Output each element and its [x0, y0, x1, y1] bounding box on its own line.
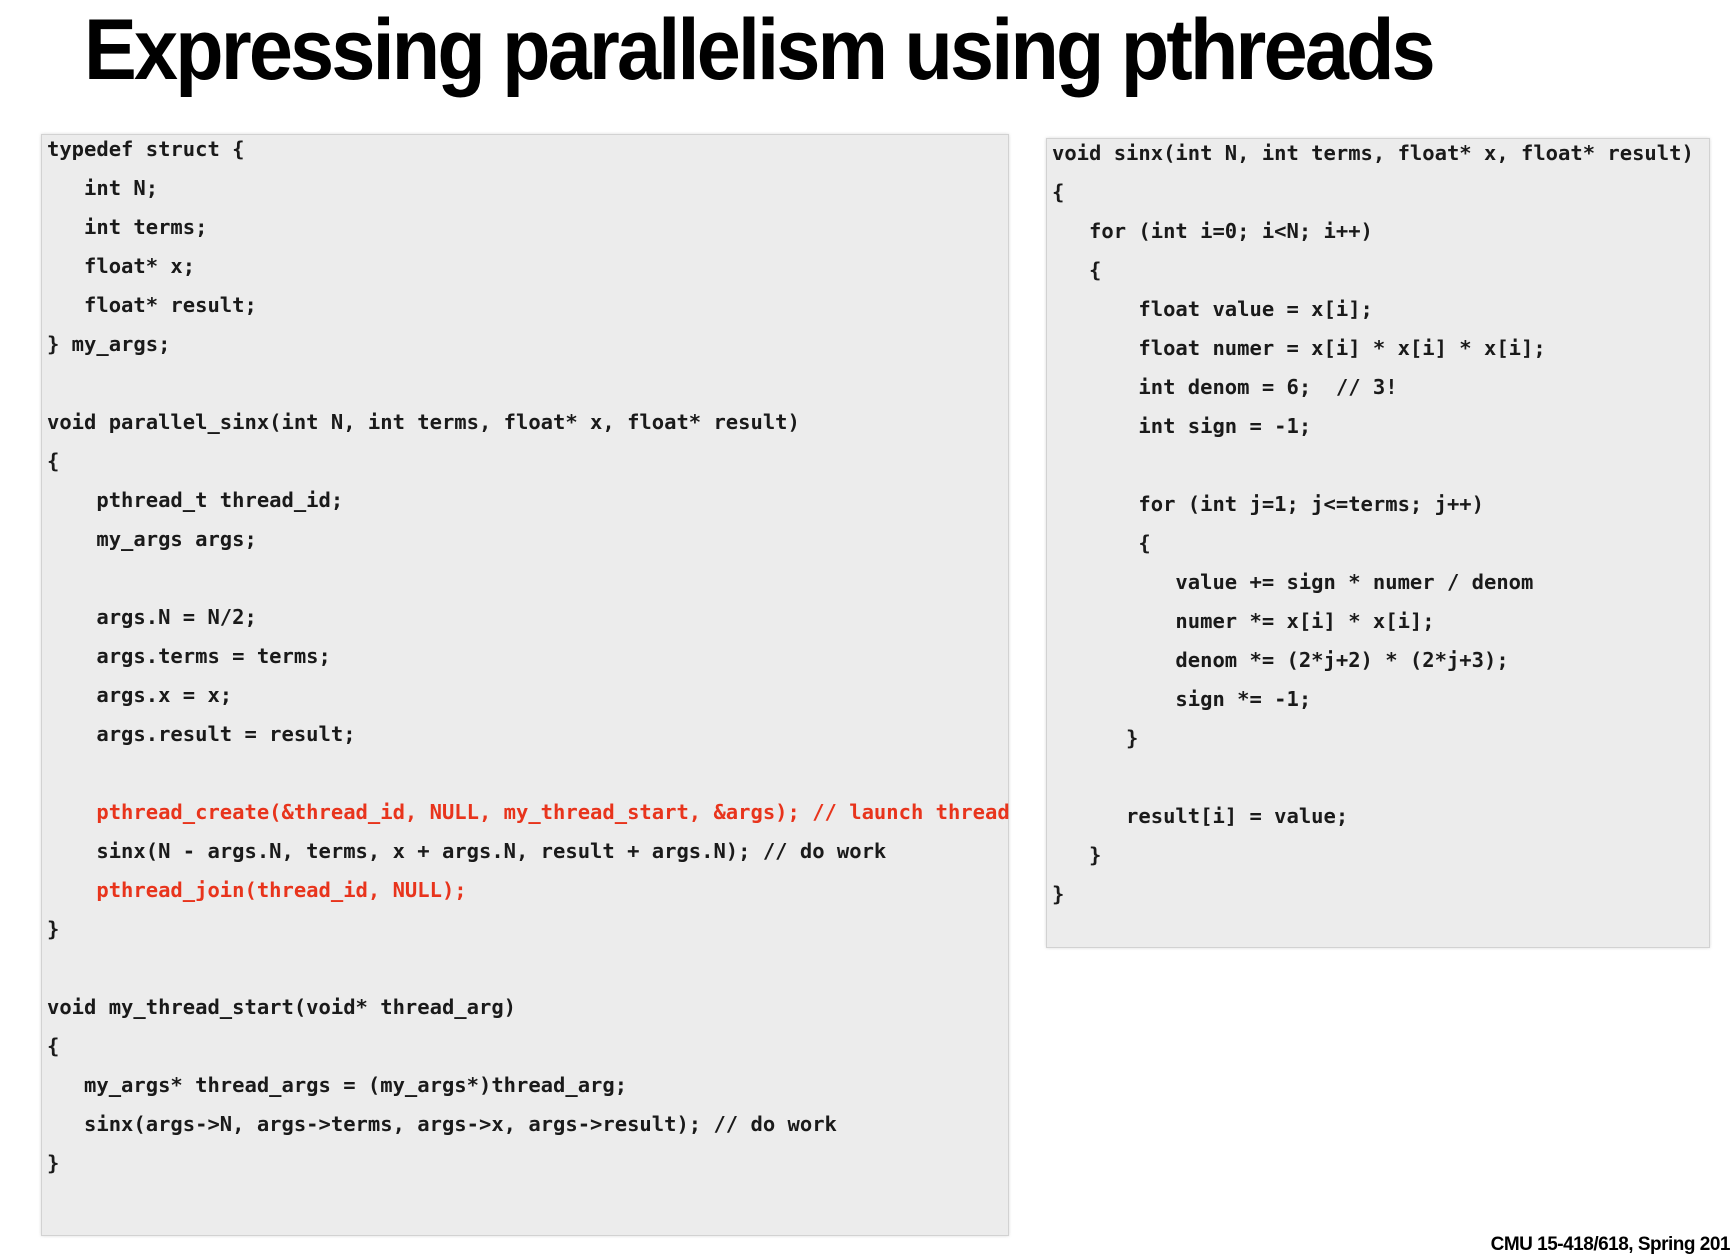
code-line: {	[1052, 180, 1065, 204]
code-line: } my_args;	[47, 332, 171, 356]
code-line: pthread_create(&thread_id, NULL, my_thre…	[47, 800, 1010, 824]
code-line: int N;	[47, 176, 159, 200]
code-line: sign *= -1;	[1052, 687, 1312, 711]
code-line: sinx(args->N, args->terms, args->x, args…	[47, 1112, 837, 1136]
code-line: denom *= (2*j+2) * (2*j+3);	[1052, 648, 1509, 672]
code-line: float value = x[i];	[1052, 297, 1373, 321]
parallel-sinx-code-panel: typedef struct { int N; int terms; float…	[41, 134, 1010, 1236]
code-line: }	[1052, 726, 1139, 750]
code-line: void sinx(int N, int terms, float* x, fl…	[1052, 141, 1694, 165]
code-line: typedef struct {	[47, 137, 245, 161]
code-line: numer *= x[i] * x[i];	[1052, 609, 1435, 633]
code-line: }	[47, 1151, 60, 1175]
code-line: result[i] = value;	[1052, 804, 1349, 828]
code-line: for (int j=1; j<=terms; j++)	[1052, 492, 1484, 516]
code-line: float* x;	[47, 254, 196, 278]
code-line: void parallel_sinx(int N, int terms, flo…	[47, 410, 800, 434]
code-line: void my_thread_start(void* thread_arg)	[47, 995, 516, 1019]
code-line: {	[47, 449, 60, 473]
code-line: {	[1052, 258, 1102, 282]
slide-title: Expressing parallelism using pthreads	[84, 2, 1436, 98]
code-line: value += sign * numer / denom	[1052, 570, 1534, 594]
code-line: float numer = x[i] * x[i] * x[i];	[1052, 336, 1546, 360]
code-line: {	[1052, 531, 1151, 555]
code-line: my_args args;	[47, 527, 257, 551]
code-line: }	[1052, 843, 1102, 867]
code-line: int denom = 6; // 3!	[1052, 375, 1398, 399]
code-line: float* result;	[47, 293, 257, 317]
code-line: int sign = -1;	[1052, 414, 1312, 438]
code-line: {	[47, 1034, 60, 1058]
code-line: }	[47, 917, 60, 941]
code-line: sinx(N - args.N, terms, x + args.N, resu…	[47, 839, 887, 863]
sinx-code-panel: void sinx(int N, int terms, float* x, fl…	[1046, 138, 1710, 948]
code-line: my_args* thread_args = (my_args*)thread_…	[47, 1073, 628, 1097]
code-line: pthread_join(thread_id, NULL);	[47, 878, 467, 902]
code-line: int terms;	[47, 215, 208, 239]
code-line: args.result = result;	[47, 722, 356, 746]
code-line: args.terms = terms;	[47, 644, 331, 668]
code-line: pthread_t thread_id;	[47, 488, 344, 512]
code-line: args.N = N/2;	[47, 605, 257, 629]
code-line: }	[1052, 882, 1065, 906]
course-footer: CMU 15-418/618, Spring 201	[1490, 1234, 1730, 1255]
code-line: args.x = x;	[47, 683, 233, 707]
code-line: for (int i=0; i<N; i++)	[1052, 219, 1373, 243]
